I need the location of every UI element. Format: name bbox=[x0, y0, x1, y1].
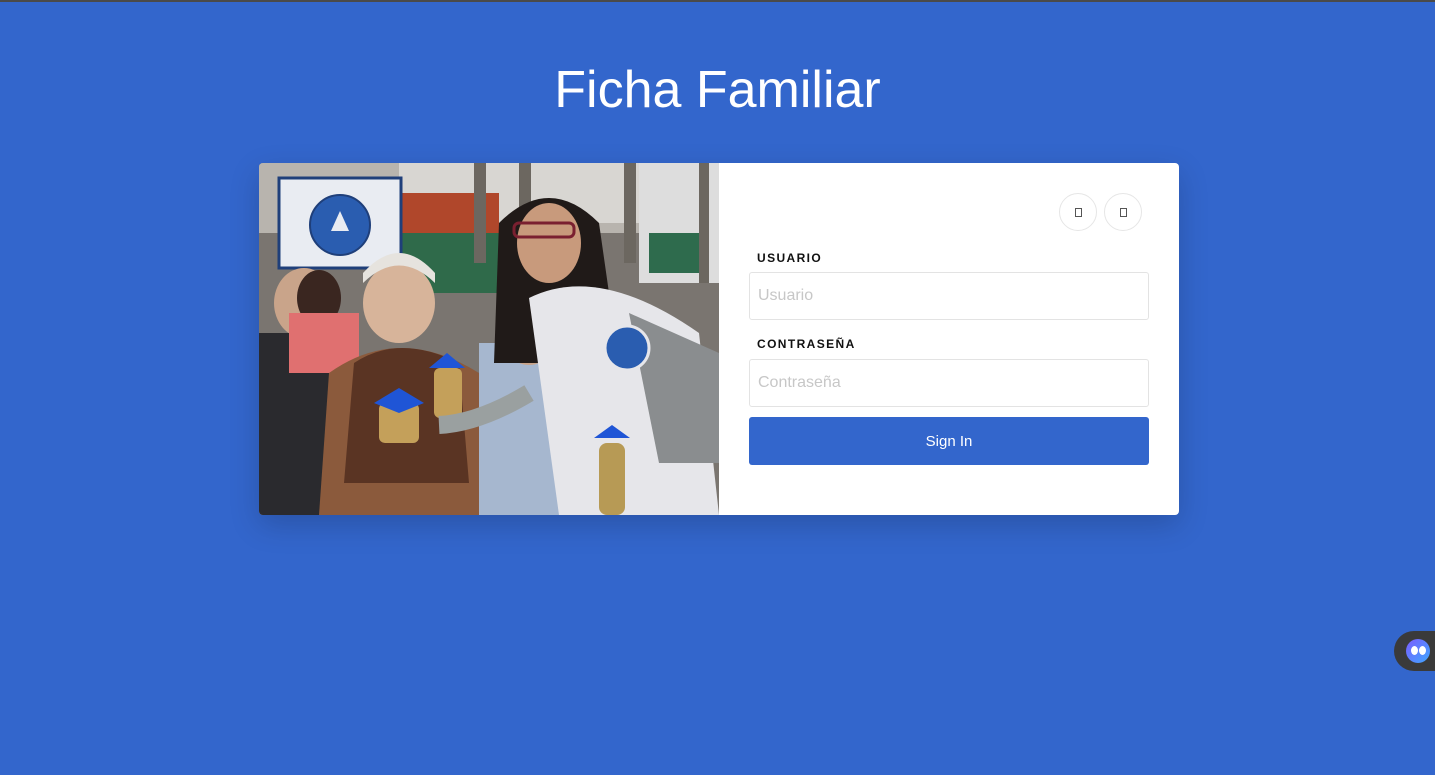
sign-in-button[interactable]: Sign In bbox=[749, 417, 1149, 465]
assistant-face-icon bbox=[1406, 639, 1430, 663]
username-input[interactable] bbox=[749, 272, 1149, 320]
password-input[interactable] bbox=[749, 359, 1149, 407]
login-card: USUARIO CONTRASEÑA Sign In bbox=[259, 163, 1179, 515]
username-label: USUARIO bbox=[757, 251, 823, 265]
assistant-extension-widget[interactable] bbox=[1394, 631, 1435, 671]
hero-photo-illustration bbox=[259, 163, 719, 515]
square-icon bbox=[1074, 207, 1082, 217]
social-login-button[interactable] bbox=[1059, 193, 1097, 231]
login-form: USUARIO CONTRASEÑA Sign In bbox=[719, 163, 1179, 515]
hero-photo bbox=[259, 163, 719, 515]
password-label: CONTRASEÑA bbox=[757, 337, 856, 351]
page-title: Ficha Familiar bbox=[554, 61, 881, 119]
social-login-button[interactable] bbox=[1104, 193, 1142, 231]
square-icon bbox=[1119, 207, 1127, 217]
